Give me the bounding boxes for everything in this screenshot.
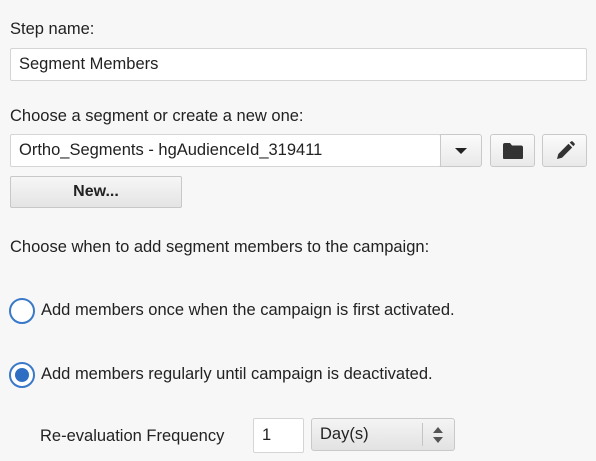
segment-select[interactable]: Ortho_Segments - hgAudienceId_319411	[10, 134, 441, 167]
step-name-label: Step name:	[10, 20, 95, 38]
add-regularly-radio[interactable]	[9, 362, 35, 388]
add-once-label[interactable]: Add members once when the campaign is fi…	[41, 301, 455, 320]
frequency-value-input[interactable]: 1	[253, 418, 304, 453]
folder-icon	[502, 142, 523, 159]
select-divider	[422, 423, 423, 446]
up-down-arrows-icon	[433, 427, 443, 443]
browse-segment-button[interactable]	[490, 134, 535, 167]
new-segment-button[interactable]: New...	[10, 176, 182, 208]
frequency-unit-value: Day(s)	[320, 425, 369, 443]
timing-label: Choose when to add segment members to th…	[10, 238, 430, 256]
segment-chooser-label: Choose a segment or create a new one:	[10, 107, 304, 125]
frequency-unit-select[interactable]: Day(s)	[311, 418, 455, 451]
frequency-label: Re-evaluation Frequency	[40, 427, 225, 445]
add-regularly-label[interactable]: Add members regularly until campaign is …	[41, 365, 433, 384]
edit-segment-button[interactable]	[542, 134, 587, 167]
add-once-radio[interactable]	[9, 298, 35, 324]
radio-selected-dot	[15, 368, 29, 382]
segment-dropdown-button[interactable]	[440, 134, 482, 167]
step-name-input[interactable]: Segment Members	[10, 48, 587, 81]
caret-down-icon	[455, 147, 467, 154]
segment-members-step-panel: Step name: Segment Members Choose a segm…	[0, 0, 596, 461]
pencil-icon	[556, 140, 575, 159]
